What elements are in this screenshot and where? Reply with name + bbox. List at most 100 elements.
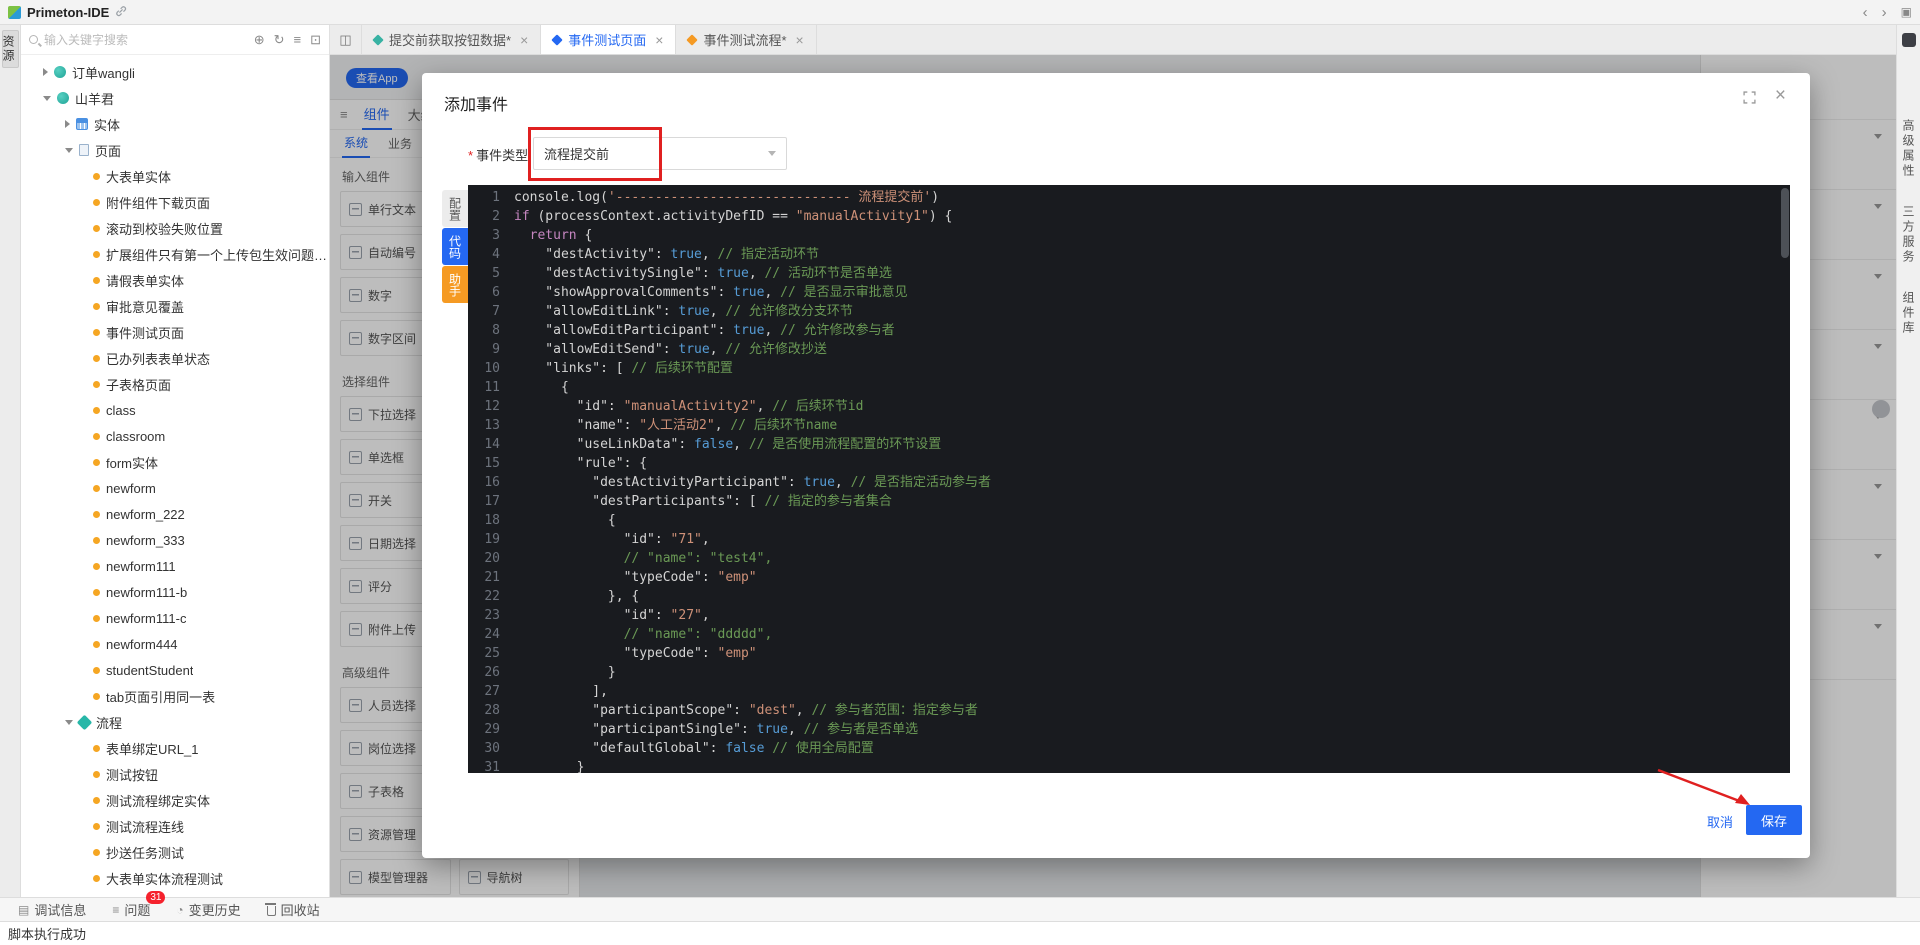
code-line: 27 ],: [468, 682, 1790, 701]
tree-item[interactable]: 页面: [21, 137, 329, 163]
tree-item[interactable]: 事件测试页面: [21, 319, 329, 345]
nav-forward-icon[interactable]: ›: [1882, 4, 1887, 21]
statusbar-item[interactable]: ≡问题31: [112, 900, 150, 919]
tree-item[interactable]: studentStudent: [21, 657, 329, 683]
code-text: return {: [514, 226, 592, 245]
tree-item[interactable]: 已办列表表单状态: [21, 345, 329, 371]
tree-item[interactable]: 表单绑定URL_1: [21, 735, 329, 761]
close-tab-icon[interactable]: ×: [655, 32, 663, 48]
tab[interactable]: 事件测试流程*×: [676, 25, 816, 54]
tree-item[interactable]: newform111-c: [21, 605, 329, 631]
tree-item-label: 实体: [94, 115, 120, 134]
save-all-icon[interactable]: ▣: [1901, 5, 1912, 19]
locate-icon[interactable]: ⊕: [254, 32, 265, 48]
chevron-down-icon[interactable]: [43, 96, 51, 101]
add-event-modal: 添加事件 × *事件类型 流程提交前 配置代码助手 1console.log('…: [422, 73, 1810, 858]
tree-item[interactable]: form实体: [21, 449, 329, 475]
chevron-down-icon[interactable]: [65, 148, 73, 153]
tree-item-label: tab页面引用同一表: [106, 687, 215, 706]
search-input[interactable]: [44, 33, 248, 47]
tree-item[interactable]: 流程: [21, 709, 329, 735]
nav-back-icon[interactable]: ‹: [1863, 4, 1868, 21]
tree-item[interactable]: newform111-b: [21, 579, 329, 605]
tree-item-label: newform111: [106, 559, 176, 574]
editor-tab-assist[interactable]: 助手: [442, 266, 468, 303]
tab[interactable]: 事件测试页面 ×: [541, 25, 676, 54]
code-text: "destActivityParticipant": true, // 是否指定…: [514, 473, 991, 492]
panel-settings-icon[interactable]: ⊡: [310, 32, 321, 48]
tree-item[interactable]: newform_222: [21, 501, 329, 527]
chevron-right-icon[interactable]: [43, 68, 48, 76]
refresh-icon[interactable]: ↻: [274, 32, 285, 48]
close-icon[interactable]: ×: [1775, 85, 1786, 107]
code-line: 9 "allowEditSend": true, // 允许修改抄送: [468, 340, 1790, 359]
tree-item[interactable]: class: [21, 397, 329, 423]
tree-item[interactable]: 大表单实体: [21, 163, 329, 189]
item-dot-icon: [93, 641, 100, 648]
save-button[interactable]: 保存: [1746, 805, 1802, 835]
tree-item[interactable]: 大表单实体流程测试: [21, 865, 329, 891]
line-number: 4: [468, 245, 514, 264]
tree-item[interactable]: 山羊君: [21, 85, 329, 111]
tree-item[interactable]: 滚动到校验失败位置: [21, 215, 329, 241]
right-rail-tab[interactable]: 三方服务: [1900, 205, 1917, 265]
editor-tab-cfg[interactable]: 配置: [442, 190, 468, 227]
line-number: 18: [468, 511, 514, 530]
tree-item[interactable]: newform: [21, 475, 329, 501]
tree-item[interactable]: 审批意见覆盖: [21, 293, 329, 319]
tree-item[interactable]: classroom: [21, 423, 329, 449]
history-icon: ◔: [176, 903, 183, 917]
close-tab-icon[interactable]: ×: [796, 32, 804, 48]
chevron-right-icon[interactable]: [65, 120, 70, 128]
editor-tab-code[interactable]: 代码: [442, 228, 468, 265]
tree-item[interactable]: 附件组件下载页面: [21, 189, 329, 215]
cancel-button[interactable]: 取消: [1707, 812, 1733, 831]
code-text: "id": "71",: [514, 530, 710, 549]
tree-item[interactable]: 请假表单实体: [21, 267, 329, 293]
editor-scrollbar[interactable]: [1781, 188, 1789, 770]
code-line: 16 "destActivityParticipant": true, // 是…: [468, 473, 1790, 492]
tab[interactable]: 提交前获取按钮数据*×: [362, 25, 541, 54]
tree-item-label: 附件组件下载页面: [106, 193, 210, 212]
tree-item[interactable]: 测试流程连线: [21, 813, 329, 839]
tree-item[interactable]: 实体: [21, 111, 329, 137]
tree-item[interactable]: 订单wangli: [21, 59, 329, 85]
tree-item-label: 测试流程连线: [106, 817, 184, 836]
tab-icon: [372, 34, 383, 45]
tree-item-label: 页面: [95, 141, 121, 160]
tree-item[interactable]: tab页面引用同一表: [21, 683, 329, 709]
statusbar-item[interactable]: 回收站: [267, 900, 320, 919]
code-text: "typeCode": "emp": [514, 644, 757, 663]
code-line: 4 "destActivity": true, // 指定活动环节: [468, 245, 1790, 264]
event-type-select[interactable]: 流程提交前: [533, 137, 787, 170]
tree-item[interactable]: newform111: [21, 553, 329, 579]
right-rail-tab[interactable]: 高级属性: [1900, 119, 1917, 179]
code-line: 21 "typeCode": "emp": [468, 568, 1790, 587]
statusbar-item[interactable]: ▤调试信息: [18, 900, 86, 919]
item-dot-icon: [93, 329, 100, 336]
tree-item[interactable]: newform444: [21, 631, 329, 657]
tab-label: 事件测试页面: [568, 30, 646, 49]
collapse-all-icon[interactable]: ≡: [294, 32, 302, 48]
fullscreen-icon[interactable]: [1743, 91, 1756, 107]
code-text: "allowEditParticipant": true, // 允许修改参与者: [514, 321, 895, 340]
panel-toggle-icon[interactable]: ◫: [330, 25, 362, 54]
link-icon[interactable]: [115, 5, 127, 20]
tree-item[interactable]: 测试按钮: [21, 761, 329, 787]
module-icon: [54, 66, 66, 78]
close-tab-icon[interactable]: ×: [520, 32, 528, 48]
tree-item[interactable]: 抄送任务测试: [21, 839, 329, 865]
right-rail-tab[interactable]: 组件库: [1900, 291, 1917, 336]
tree-item[interactable]: 测试流程绑定实体: [21, 787, 329, 813]
code-line: 6 "showApprovalComments": true, // 是否显示审…: [468, 283, 1790, 302]
rail-tab-resources[interactable]: 资源: [2, 30, 19, 68]
tree-item[interactable]: 扩展组件只有第一个上传包生效问题测试: [21, 241, 329, 267]
right-rail-top-icon[interactable]: [1902, 33, 1916, 47]
statusbar-item[interactable]: ◔变更历史: [176, 900, 240, 919]
tree-item[interactable]: 子表格页面: [21, 371, 329, 397]
code-text: "id": "27",: [514, 606, 710, 625]
chevron-down-icon[interactable]: [65, 720, 73, 725]
code-editor[interactable]: 1console.log('--------------------------…: [468, 185, 1790, 773]
event-type-label: *事件类型: [468, 145, 528, 164]
tree-item[interactable]: newform_333: [21, 527, 329, 553]
